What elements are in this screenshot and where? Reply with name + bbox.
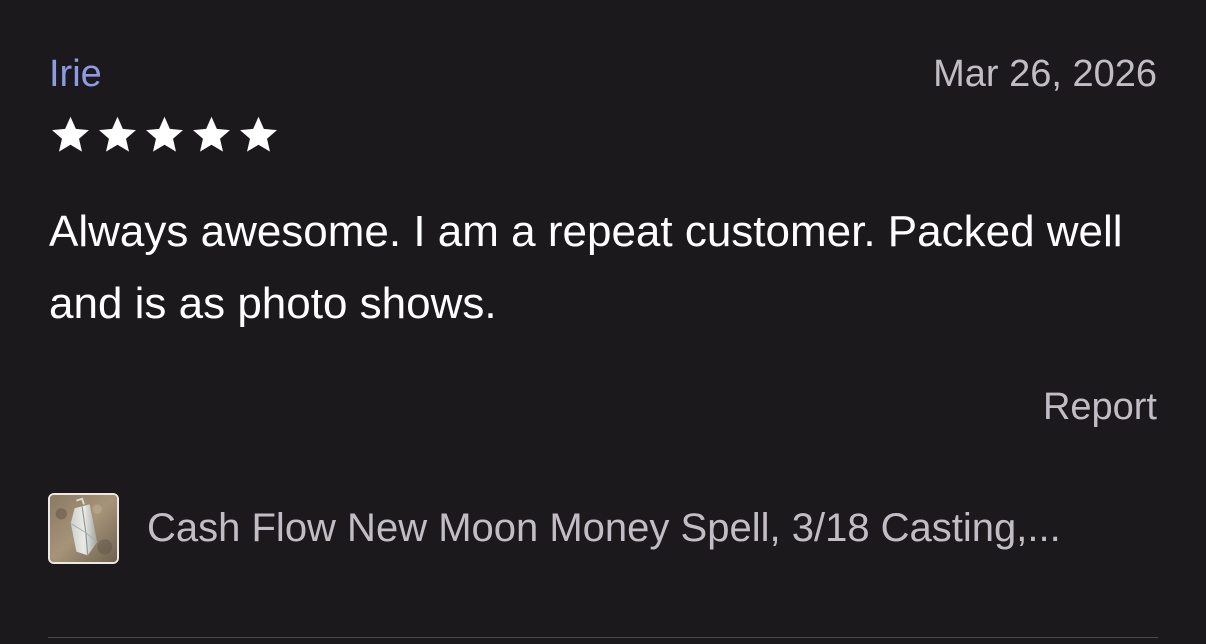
star-rating: [48, 114, 281, 156]
product-thumbnail[interactable]: [48, 492, 119, 564]
star-icon: [146, 116, 183, 152]
divider: [48, 637, 1158, 638]
crystal-pendant-image: [50, 494, 117, 562]
product-title[interactable]: Cash Flow New Moon Money Spell, 3/18 Cas…: [147, 504, 1061, 552]
star-icon: [240, 116, 277, 152]
review-card: Irie Mar 26, 2026 Always awesome. I am a…: [0, 0, 1206, 644]
reviewed-product-link[interactable]: Cash Flow New Moon Money Spell, 3/18 Cas…: [48, 490, 1158, 566]
star-icon: [99, 116, 136, 152]
review-text: Always awesome. I am a repeat customer. …: [49, 207, 1123, 328]
star-icon: [52, 116, 89, 152]
review-date: Mar 26, 2026: [933, 53, 1157, 95]
report-link[interactable]: Report: [1043, 385, 1157, 429]
reviewer-name[interactable]: Irie: [49, 52, 102, 96]
star-icon: [193, 116, 230, 152]
